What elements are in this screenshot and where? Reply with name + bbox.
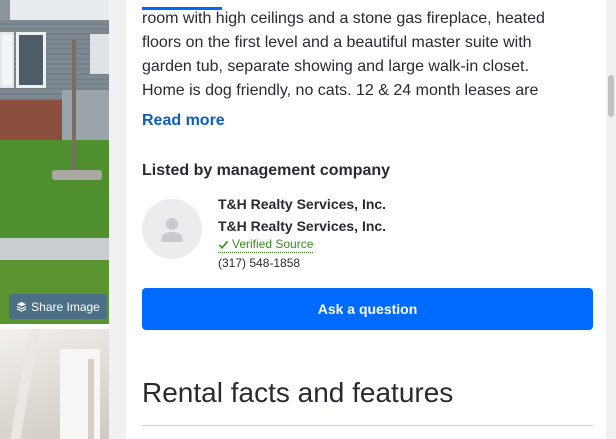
section-divider: [142, 425, 593, 426]
agent-phone[interactable]: (317) 548-1858: [218, 256, 300, 270]
avatar: [142, 199, 202, 259]
rental-facts-heading: Rental facts and features: [142, 377, 454, 408]
page-scrollbar[interactable]: [606, 0, 616, 439]
listing-description: room with high ceilings and a stone gas …: [142, 7, 592, 103]
description-line: garden tub, separate showing and large w…: [142, 58, 529, 75]
layers-icon: [16, 301, 27, 312]
photo-gallery[interactable]: Share Image: [0, 0, 109, 439]
description-line: floors on the first level and a beautifu…: [142, 34, 532, 51]
verified-source-badge[interactable]: Verified Source: [218, 237, 314, 253]
description-line: room with high ceilings and a stone gas …: [142, 10, 545, 27]
share-image-button[interactable]: Share Image: [9, 294, 107, 319]
checkmark-icon: [218, 240, 229, 249]
listed-by-heading: Listed by management company: [142, 162, 391, 179]
scrollbar-thumb[interactable]: [608, 75, 614, 117]
exterior-photo[interactable]: Share Image: [0, 0, 109, 324]
person-icon: [161, 218, 183, 242]
share-image-label: Share Image: [31, 299, 100, 314]
company-name: T&H Realty Services, Inc.: [218, 218, 387, 234]
agent-name: T&H Realty Services, Inc.: [218, 196, 387, 212]
description-line: Home is dog friendly, no cats. 12 & 24 m…: [142, 82, 539, 99]
gallery-gutter: [109, 0, 126, 439]
house-facade: [0, 0, 109, 155]
interior-photo[interactable]: [0, 329, 109, 439]
read-more-link[interactable]: Read more: [142, 112, 225, 130]
verified-source-label: Verified Source: [232, 237, 314, 251]
ask-question-button[interactable]: Ask a question: [142, 288, 593, 330]
